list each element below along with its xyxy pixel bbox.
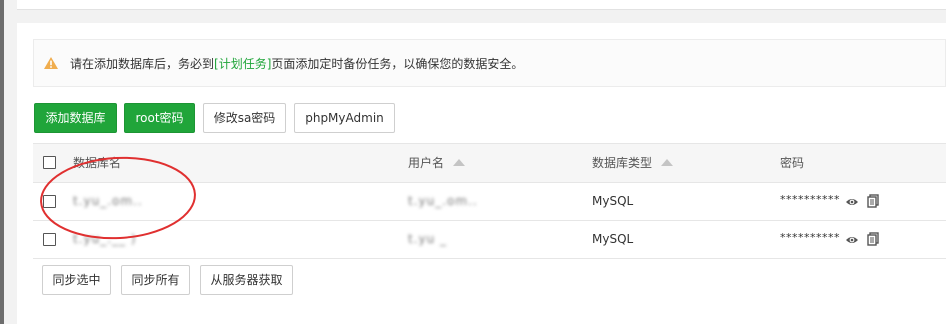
- add-database-button[interactable]: 添加数据库: [34, 103, 117, 133]
- db-name[interactable]: t.yu_.__ ): [73, 231, 137, 247]
- db-user: t.yu_.om..: [408, 194, 478, 208]
- sort-user-icon[interactable]: [453, 159, 465, 166]
- column-header-name[interactable]: 数据库名: [73, 155, 121, 171]
- db-user: t.yu _: [408, 232, 448, 246]
- database-table: 数据库名 用户名 数据库类型 密码 t.yu_.om.. t.yu_.om.. …: [33, 143, 946, 259]
- db-password: **********: [780, 193, 840, 206]
- table-header: 数据库名 用户名 数据库类型 密码: [33, 144, 946, 183]
- warning-icon: [44, 57, 58, 69]
- top-panel: [17, 0, 946, 10]
- left-sidebar-edge: [0, 0, 4, 324]
- column-header-user[interactable]: 用户名: [408, 155, 444, 171]
- db-password: **********: [780, 231, 840, 244]
- notice-text-after: 页面添加定时备份任务，以确保您的数据安全。: [271, 57, 524, 71]
- root-password-button[interactable]: root密码: [124, 103, 195, 133]
- db-type: MySQL: [592, 194, 634, 208]
- row-checkbox[interactable]: [43, 195, 56, 208]
- select-all-checkbox[interactable]: [43, 156, 56, 169]
- sync-all-button[interactable]: 同步所有: [121, 265, 190, 295]
- copy-icon[interactable]: [866, 194, 880, 208]
- backup-notice: 请在添加数据库后，务必到[计划任务]页面添加定时备份任务，以确保您的数据安全。: [33, 39, 946, 87]
- fetch-from-server-button[interactable]: 从服务器获取: [200, 265, 293, 295]
- change-sa-password-button[interactable]: 修改sa密码: [203, 103, 286, 133]
- database-panel: 请在添加数据库后，务必到[计划任务]页面添加定时备份任务，以确保您的数据安全。 …: [17, 23, 946, 324]
- column-header-type[interactable]: 数据库类型: [592, 155, 652, 171]
- eye-icon[interactable]: [845, 233, 859, 247]
- cron-task-link[interactable]: [计划任务]: [214, 57, 271, 71]
- column-header-password: 密码: [780, 156, 805, 170]
- notice-text: 请在添加数据库后，务必到[计划任务]页面添加定时备份任务，以确保您的数据安全。: [70, 56, 523, 72]
- eye-icon[interactable]: [845, 195, 859, 209]
- db-name[interactable]: t.yu_.om..: [73, 193, 143, 209]
- table-row: t.yu_.__ ) t.yu _ MySQL **********: [33, 221, 946, 259]
- notice-text-before: 请在添加数据库后，务必到: [70, 57, 215, 71]
- copy-icon[interactable]: [866, 232, 880, 246]
- sync-selected-button[interactable]: 同步选中: [42, 265, 111, 295]
- table-row: t.yu_.om.. t.yu_.om.. MySQL **********: [33, 183, 946, 221]
- db-type: MySQL: [592, 232, 634, 246]
- phpmyadmin-button[interactable]: phpMyAdmin: [294, 103, 395, 133]
- row-checkbox[interactable]: [43, 233, 56, 246]
- sort-type-icon[interactable]: [661, 159, 673, 166]
